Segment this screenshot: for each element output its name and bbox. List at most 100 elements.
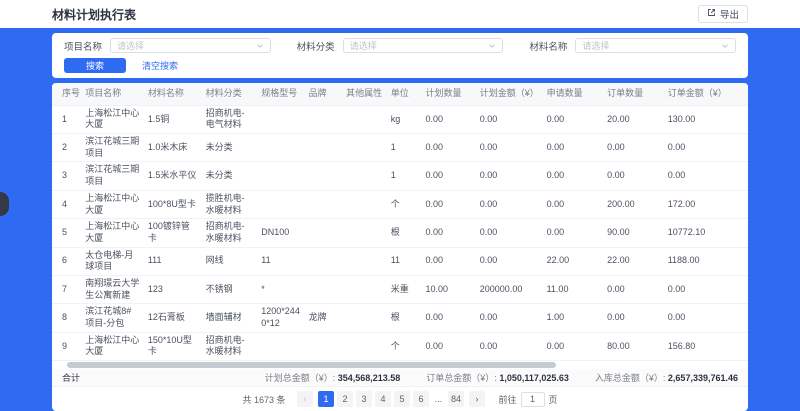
- material-category-select[interactable]: 请选择: [343, 38, 504, 53]
- table-cell: 墙面辅材: [202, 304, 258, 332]
- page-ellipsis: ...: [430, 394, 446, 404]
- table-cell: 网线: [202, 247, 258, 275]
- goto-page-input[interactable]: [521, 392, 545, 407]
- planned-total-label: 计划总金额（¥）:: [265, 373, 336, 383]
- table-cell: [305, 275, 343, 303]
- export-button-label: 导出: [720, 7, 739, 21]
- table-cell: 1: [387, 162, 422, 190]
- page-button-5[interactable]: 5: [394, 391, 410, 407]
- table-cell: DN100: [257, 219, 304, 247]
- table-cell: [342, 275, 387, 303]
- table-cell: [257, 162, 304, 190]
- table-cell: 0.00: [422, 332, 476, 360]
- filter-group-category: 材料分类 请选择: [297, 38, 504, 53]
- column-header: 材料分类: [202, 83, 258, 105]
- table-cell: 9: [52, 332, 81, 360]
- next-page-button[interactable]: ›: [469, 391, 485, 407]
- table-row: 9上海松江中心大厦150*10U型卡招商机电-水暖材料个0.000.000.00…: [52, 332, 748, 360]
- table-cell: 1.5米水平仪: [144, 162, 202, 190]
- table-cell: 0.00: [543, 219, 604, 247]
- table-cell: 0.00: [664, 134, 748, 162]
- table-cell: 150*10U型卡: [144, 332, 202, 360]
- table-cell: 0.00: [422, 162, 476, 190]
- total-label: 合计: [62, 371, 80, 384]
- table-cell: 个: [387, 332, 422, 360]
- table-cell: [257, 332, 304, 360]
- table-cell: 南翔璟云大学生公寓新建: [81, 275, 144, 303]
- table-cell: 0.00: [664, 162, 748, 190]
- prev-page-button[interactable]: ‹: [297, 391, 313, 407]
- table-cell: [342, 219, 387, 247]
- material-name-select[interactable]: 请选择: [575, 38, 736, 53]
- summary-row: 合计 计划总金额（¥）: 354,568,213.58 订单总金额（¥）: 1,…: [52, 369, 748, 387]
- table-cell: 156.80: [664, 332, 748, 360]
- page-button-1[interactable]: 1: [318, 391, 334, 407]
- table-cell: 0.00: [543, 162, 604, 190]
- page-button-6[interactable]: 6: [413, 391, 429, 407]
- project-name-select[interactable]: 请选择: [110, 38, 271, 53]
- filter-actions: 搜索 清空搜索: [64, 58, 736, 73]
- table-cell: 0.00: [603, 162, 664, 190]
- clear-search-button[interactable]: 清空搜索: [142, 59, 178, 72]
- table-cell: 10.00: [422, 275, 476, 303]
- table-cell: 0.00: [603, 275, 664, 303]
- table-cell: 0.00: [476, 219, 543, 247]
- table-cell: 90.00: [603, 219, 664, 247]
- table-cell: 12石膏板: [144, 304, 202, 332]
- export-button[interactable]: 导出: [698, 5, 748, 23]
- inbound-total-label: 入库总金额（¥）:: [595, 373, 666, 383]
- table-cell: 10772.10: [664, 219, 748, 247]
- chevron-down-icon: [256, 37, 264, 55]
- table-cell: [342, 332, 387, 360]
- table-cell: 0.00: [664, 275, 748, 303]
- chevron-down-icon: [721, 37, 729, 55]
- table-cell: [305, 190, 343, 218]
- table-cell: 0.00: [543, 332, 604, 360]
- table-cell: 未分类: [202, 162, 258, 190]
- table-cell: 0.00: [476, 105, 543, 133]
- table-cell: 0.00: [543, 190, 604, 218]
- page-suffix: 页: [549, 393, 558, 406]
- material-name-label: 材料名称: [529, 39, 567, 53]
- table-cell: 上海松江中心大厦: [81, 219, 144, 247]
- column-header: 序号: [52, 83, 81, 105]
- table-header-row: 序号项目名称材料名称材料分类规格型号品牌其他属性单位计划数量计划金额（¥）申请数…: [52, 83, 748, 105]
- table-row: 8滨江花城8#项目-分包12石膏板墙面辅材1200*2440*12龙牌根0.00…: [52, 304, 748, 332]
- table-cell: [342, 304, 387, 332]
- table-cell: 1: [52, 105, 81, 133]
- page-button-2[interactable]: 2: [337, 391, 353, 407]
- order-total: 订单总金额（¥）: 1,050,117,025.63: [426, 371, 569, 384]
- table-cell: [305, 162, 343, 190]
- table-cell: [342, 190, 387, 218]
- page-button-3[interactable]: 3: [356, 391, 372, 407]
- summary-totals: 计划总金额（¥）: 354,568,213.58 订单总金额（¥）: 1,050…: [265, 371, 738, 384]
- page-title: 材料计划执行表: [52, 6, 136, 23]
- table-cell: 龙牌: [305, 304, 343, 332]
- table-cell: 200000.00: [476, 275, 543, 303]
- table-cell: 太仓电梯-月球项目: [81, 247, 144, 275]
- page-button-4[interactable]: 4: [375, 391, 391, 407]
- table-cell: 200.00: [603, 190, 664, 218]
- page-button-84[interactable]: 84: [448, 391, 464, 407]
- table-cell: 根: [387, 219, 422, 247]
- content: 项目名称 请选择 材料分类 请选择 材料名称 请选择: [0, 28, 800, 411]
- table-cell: 个: [387, 190, 422, 218]
- table-cell: 0.00: [664, 304, 748, 332]
- table-cell: 0.00: [476, 247, 543, 275]
- table-cell: 上海松江中心大厦: [81, 332, 144, 360]
- order-total-value: 1,050,117,025.63: [499, 373, 569, 383]
- column-header: 计划金额（¥）: [476, 83, 543, 105]
- table-cell: [305, 247, 343, 275]
- table-cell: 0.00: [422, 134, 476, 162]
- column-header: 品牌: [305, 83, 343, 105]
- search-button[interactable]: 搜索: [64, 58, 126, 73]
- table-cell: [305, 134, 343, 162]
- table-cell: 0.00: [422, 190, 476, 218]
- table-cell: 172.00: [664, 190, 748, 218]
- table-cell: 2: [52, 134, 81, 162]
- project-name-placeholder: 请选择: [117, 39, 144, 52]
- table-cell: 22.00: [603, 247, 664, 275]
- horizontal-scrollbar-thumb[interactable]: [67, 362, 557, 368]
- table-cell: 0.00: [603, 304, 664, 332]
- horizontal-scrollbar[interactable]: [60, 362, 740, 368]
